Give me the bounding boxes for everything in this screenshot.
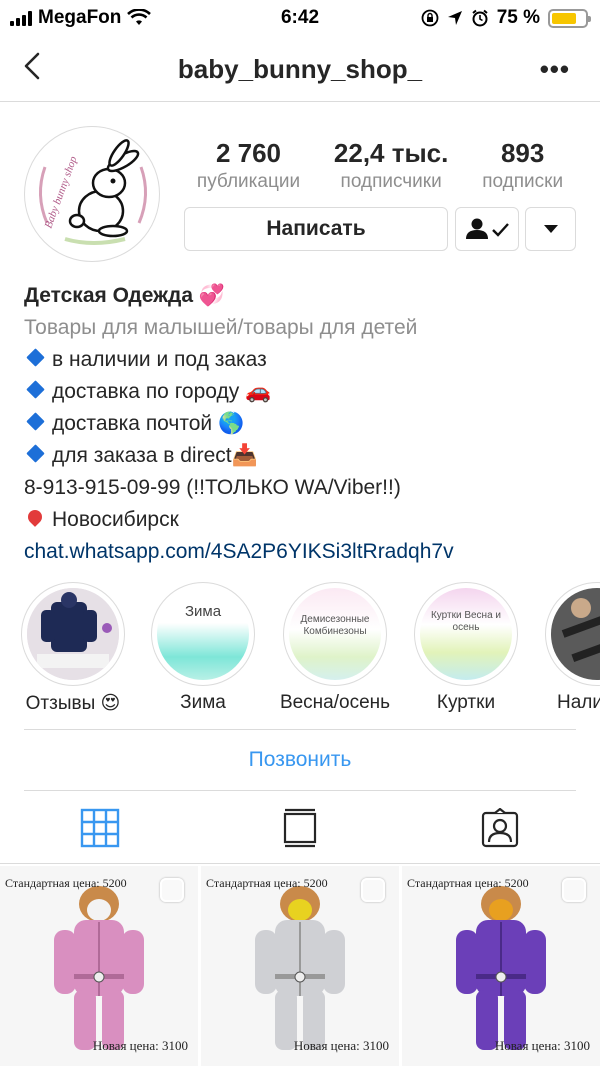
profile-category: Товары для малышей/товары для детей [24,316,418,339]
stat-followers[interactable]: 22,4 тыс. подписчики [334,138,448,193]
stat-following[interactable]: 893 подписки [482,138,563,193]
stat-followers-label: подписчики [340,171,442,192]
highlight-inner-text: Зима [184,603,222,620]
bio-line-text: для заказа в direct📥 [52,444,258,467]
status-right: 75 % [421,7,591,29]
posts-grid: Стандартная цена: 5200 Новая цена: 3100 … [0,864,600,1066]
feed-view-icon[interactable] [280,808,320,848]
location-icon [447,11,462,25]
post-thumbnail[interactable]: Стандартная цена: 5200 Новая цена: 3100 [0,866,198,1066]
profile-username: baby_bunny_shop_ [177,54,423,84]
blue-diamond-icon [26,380,45,399]
new-price: Новая цена: 3100 [293,1038,389,1053]
bio-line: доставка по городу 🚗 [24,376,584,408]
profile-stats: 2 760 публикации 22,4 тыс. подписчики 89… [180,138,580,193]
tagged-photos-icon[interactable] [480,808,520,848]
highlight-caption: Весна/осень [279,692,391,713]
highlight-item[interactable]: Куртки Весна и осень Куртки [406,582,526,714]
stat-followers-count: 22,4 тыс. [333,138,449,168]
new-price: Новая цена: 3100 [92,1038,188,1053]
bio-line: для заказа в direct📥 [24,440,584,472]
profile-bio: Детская Одежда 💞 Товары для малышей/това… [24,280,584,568]
blue-diamond-icon [26,444,45,463]
bio-phone: 8-913-915-09-99 (!!ТОЛЬКО WA/Viber!!) [24,476,401,499]
bio-location-text: Новосибирск [52,508,179,531]
call-button[interactable]: Позвонить [24,729,576,791]
story-highlights: Отзывы 😍 Зима Зима Демисезонные Комбинез… [0,582,600,722]
bio-link[interactable]: chat.whatsapp.com/4SA2P6YIKSi3ltRradqh7v [24,536,584,568]
grid-view-icon[interactable] [80,808,120,848]
caret-down-icon [543,225,558,233]
post-thumbnail[interactable]: Стандартная цена: 5200 Новая цена: 3100 [201,866,399,1066]
stat-following-count: 893 [500,138,545,168]
highlight-caption: Куртки [436,692,496,713]
bio-line-text: в наличии и под заказ [52,348,267,371]
stat-following-label: подписки [482,171,564,192]
multi-select-checkbox[interactable] [361,878,385,902]
bio-line-text: доставка почтой 🌎 [52,412,245,435]
battery-percent: 75 % [496,7,540,28]
highlight-inner-text: Демисезонные Комбинезоны [300,614,370,637]
alarm-icon [472,9,488,27]
highlight-item[interactable]: Зима Зима [143,582,263,714]
stat-posts[interactable]: 2 760 публикации [197,138,300,193]
blue-diamond-icon [26,412,45,431]
bio-line: доставка почтой 🌎 [24,408,584,440]
bio-location: Новосибирск [24,504,584,536]
stat-posts-count: 2 760 [215,138,282,168]
bunny-logo-icon: Baby bunny shop [31,133,155,257]
blue-diamond-icon [26,348,45,367]
following-button[interactable] [455,207,519,251]
location-pin-icon [25,507,45,527]
suggestions-dropdown-button[interactable] [525,207,576,251]
new-price: Новая цена: 3100 [494,1038,590,1053]
more-options-icon[interactable]: ••• [540,54,570,85]
bio-line: в наличии и под заказ [24,344,584,376]
highlight-caption: Отзывы 😍 [25,693,121,714]
person-check-icon [466,218,509,239]
profile-avatar[interactable]: Baby bunny shop [24,126,160,262]
multi-select-checkbox[interactable] [160,878,184,902]
status-bar: MegaFon 6:42 75 % [0,0,600,36]
old-price: Стандартная цена: 5200 [5,876,127,890]
profile-nav-bar: baby_bunny_shop_ ••• [0,36,600,102]
old-price: Стандартная цена: 5200 [407,876,529,890]
stat-posts-label: публикации [196,171,301,192]
highlight-caption: Зима [180,692,226,713]
profile-tabs [0,792,600,864]
old-price: Стандартная цена: 5200 [206,876,328,890]
highlight-item[interactable]: Нали [537,582,600,714]
message-button[interactable]: Написать [184,207,448,251]
highlight-caption: Нали [557,692,600,713]
battery-icon [548,8,591,28]
lock-rotation-icon [421,9,439,27]
post-thumbnail[interactable]: Стандартная цена: 5200 Новая цена: 3100 [402,866,600,1066]
bio-line-text: доставка по городу 🚗 [52,380,272,403]
highlight-inner-text: Куртки Весна и осень [430,610,502,633]
profile-display-name: Детская Одежда 💞 [24,284,226,307]
multi-select-checkbox[interactable] [562,878,586,902]
highlight-item[interactable]: Демисезонные Комбинезоны Весна/осень [275,582,395,714]
highlight-reviews-thumbnail [27,588,119,680]
highlight-thumbnail [551,588,600,680]
highlight-item[interactable]: Отзывы 😍 [13,582,133,715]
